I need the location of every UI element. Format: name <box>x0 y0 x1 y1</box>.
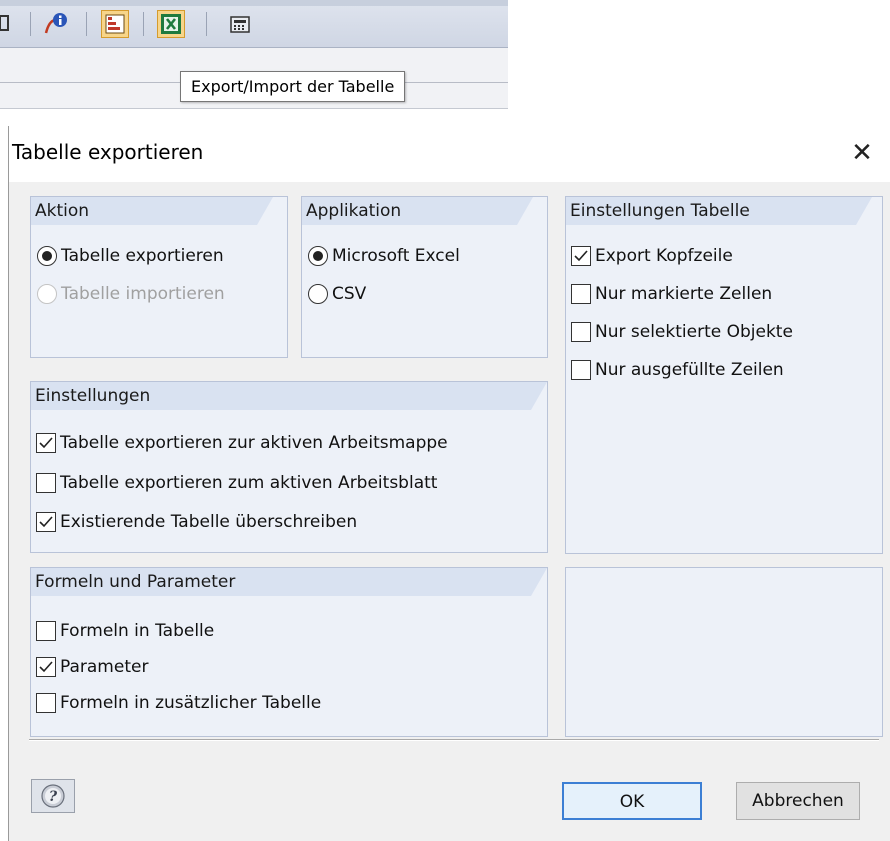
option-label: Tabelle exportieren zum aktiven Arbeitsb… <box>60 473 438 493</box>
svg-text:?: ? <box>49 789 58 805</box>
checkbox-tabelle-ueberschreiben[interactable]: Existierende Tabelle überschreiben <box>36 509 357 535</box>
checkbox-indicator <box>36 621 56 641</box>
checkbox-formeln-zusaetzliche-tabelle[interactable]: Formeln in zusätzlicher Tabelle <box>36 690 321 716</box>
option-label: Parameter <box>60 657 149 677</box>
dialog-title: Tabelle exportieren <box>12 140 204 164</box>
columns-icon <box>105 14 125 34</box>
option-label: Microsoft Excel <box>332 246 460 266</box>
empty-panel <box>565 567 883 737</box>
toolbar <box>0 0 508 48</box>
checkbox-indicator <box>571 284 591 304</box>
option-label: Nur ausgefüllte Zeilen <box>595 360 784 380</box>
help-button[interactable]: ? <box>31 779 75 813</box>
dialog-title-bar: Tabelle exportieren ✕ <box>9 126 890 182</box>
option-label: CSV <box>332 284 367 304</box>
toolbar-separator <box>86 12 87 36</box>
group-header-aktion: Aktion <box>31 197 273 225</box>
toolbar-top-edge <box>0 0 508 6</box>
info-icon <box>44 13 67 34</box>
toolbar-separator <box>143 12 144 36</box>
partial-icon[interactable] <box>0 14 12 34</box>
checkbox-indicator <box>571 246 591 266</box>
option-label: Nur markierte Zellen <box>595 284 773 304</box>
group-header-einstellungen-tabelle: Einstellungen Tabelle <box>566 197 872 225</box>
option-label: Tabelle importieren <box>61 284 225 304</box>
checkbox-parameter[interactable]: Parameter <box>36 654 148 680</box>
radio-tabelle-exportieren[interactable]: Tabelle exportieren <box>37 243 224 269</box>
radio-indicator <box>308 284 328 304</box>
divider-highlight <box>29 740 879 741</box>
checkbox-nur-selektierte-objekte[interactable]: Nur selektierte Objekte <box>571 319 793 345</box>
excel-export-button[interactable] <box>157 10 185 38</box>
info-button[interactable] <box>42 10 70 38</box>
group-applikation: Applikation Microsoft Excel CSV <box>301 196 548 358</box>
group-aktion: Aktion Tabelle exportieren Tabelle impor… <box>30 196 288 358</box>
export-import-tooltip: Export/Import der Tabelle <box>180 71 406 102</box>
divider <box>0 108 508 109</box>
checkbox-nur-ausgefuellte-zeilen[interactable]: Nur ausgefüllte Zeilen <box>571 357 784 383</box>
option-label: Tabelle exportieren zur aktiven Arbeitsm… <box>60 433 448 453</box>
checkbox-formeln-in-tabelle[interactable]: Formeln in Tabelle <box>36 618 214 644</box>
group-einstellungen-tabelle: Einstellungen Tabelle Export Kopfzeile N… <box>565 196 883 554</box>
checkbox-aktives-arbeitsblatt[interactable]: Tabelle exportieren zum aktiven Arbeitsb… <box>36 470 437 496</box>
close-button[interactable]: ✕ <box>847 136 877 170</box>
checkbox-indicator <box>36 657 56 677</box>
group-einstellungen: Einstellungen Tabelle exportieren zur ak… <box>30 381 548 553</box>
radio-csv[interactable]: CSV <box>308 281 366 307</box>
group-header-formeln: Formeln und Parameter <box>31 568 547 596</box>
calculator-icon <box>230 16 250 33</box>
toolbar-separator <box>30 12 31 36</box>
columns-button[interactable] <box>101 10 129 38</box>
radio-indicator <box>308 246 328 266</box>
checkbox-indicator <box>36 433 56 453</box>
checkbox-aktive-arbeitsmappe[interactable]: Tabelle exportieren zur aktiven Arbeitsm… <box>36 430 448 456</box>
option-label: Tabelle exportieren <box>61 246 224 266</box>
radio-indicator <box>37 246 57 266</box>
checkbox-nur-markierte-zellen[interactable]: Nur markierte Zellen <box>571 281 772 307</box>
help-icon: ? <box>41 784 65 808</box>
export-table-dialog: Tabelle exportieren ✕ Aktion Tabelle exp… <box>8 126 890 841</box>
toolbar-separator <box>206 12 207 36</box>
group-header-applikation: Applikation <box>302 197 533 225</box>
radio-microsoft-excel[interactable]: Microsoft Excel <box>308 243 460 269</box>
radio-indicator <box>37 284 57 304</box>
checkbox-indicator <box>571 360 591 380</box>
option-label: Export Kopfzeile <box>595 246 733 266</box>
option-label: Formeln in zusätzlicher Tabelle <box>60 693 322 713</box>
checkbox-indicator <box>36 512 56 532</box>
close-icon: ✕ <box>851 138 873 168</box>
option-label: Existierende Tabelle überschreiben <box>60 512 358 532</box>
calculator-button[interactable] <box>226 10 254 38</box>
option-label: Formeln in Tabelle <box>60 621 215 641</box>
toolbar-strip: Export/Import der Tabelle <box>0 0 508 115</box>
excel-icon <box>161 14 181 34</box>
ok-button[interactable]: OK <box>562 782 702 820</box>
checkbox-indicator <box>36 473 56 493</box>
group-formeln-und-parameter: Formeln und Parameter Formeln in Tabelle… <box>30 567 548 737</box>
option-label: Nur selektierte Objekte <box>595 322 793 342</box>
radio-tabelle-importieren: Tabelle importieren <box>37 281 225 307</box>
cancel-button[interactable]: Abbrechen <box>736 782 860 820</box>
group-header-einstellungen: Einstellungen <box>31 382 547 410</box>
checkbox-export-kopfzeile[interactable]: Export Kopfzeile <box>571 243 733 269</box>
checkbox-indicator <box>36 693 56 713</box>
checkbox-indicator <box>571 322 591 342</box>
